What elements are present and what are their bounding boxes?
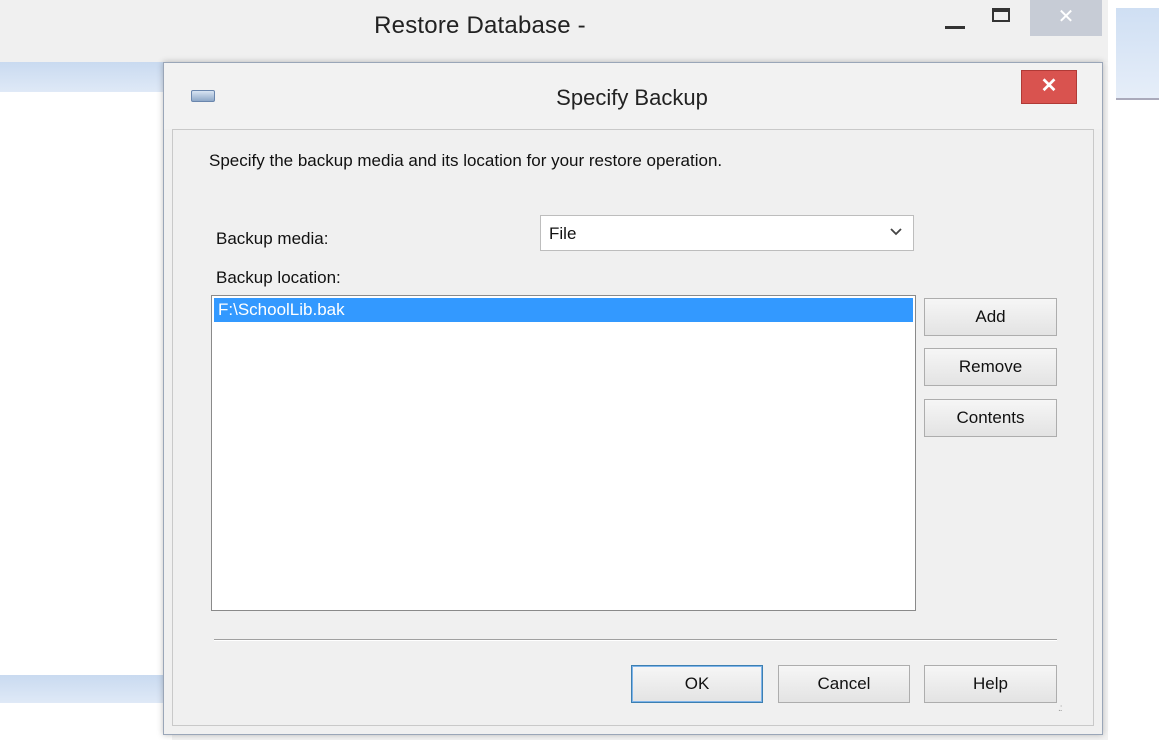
restore-database-titlebar: Restore Database - ✕ — [0, 0, 1108, 62]
add-button[interactable]: Add — [924, 298, 1057, 336]
restore-database-title: Restore Database - — [374, 12, 586, 39]
app-icon — [191, 90, 215, 102]
maximize-icon[interactable] — [982, 0, 1022, 32]
backup-media-label: Backup media: — [216, 229, 329, 248]
separator — [214, 639, 1057, 641]
list-item[interactable]: F:\SchoolLib.bak — [214, 298, 913, 322]
left-panel-footer — [0, 675, 172, 703]
resize-grip-icon[interactable]: .: — [1058, 703, 1062, 714]
right-ruler — [1116, 8, 1159, 98]
cancel-button[interactable]: Cancel — [778, 665, 910, 703]
dialog-title: Specify Backup — [556, 85, 708, 110]
minimize-icon[interactable] — [935, 0, 975, 32]
backup-media-select[interactable]: File — [540, 215, 914, 251]
left-panel — [0, 62, 172, 740]
dialog-titlebar: Specify Backup ✕ — [164, 63, 1102, 129]
close-icon[interactable]: ✕ — [1030, 0, 1102, 36]
backup-media-value: File — [549, 224, 577, 243]
specify-backup-dialog: Specify Backup ✕ Specify the backup medi… — [163, 62, 1103, 735]
backup-location-list[interactable]: F:\SchoolLib.bak — [211, 295, 916, 611]
remove-button[interactable]: Remove — [924, 348, 1057, 386]
right-background — [1108, 0, 1159, 740]
close-button[interactable]: ✕ — [1021, 70, 1077, 104]
left-panel-header — [0, 62, 172, 92]
contents-button[interactable]: Contents — [924, 399, 1057, 437]
backup-location-label: Backup location: — [216, 268, 341, 287]
divider — [1116, 98, 1159, 100]
description-text: Specify the backup media and its locatio… — [209, 151, 723, 170]
chevron-down-icon[interactable] — [889, 224, 903, 241]
ok-button[interactable]: OK — [631, 665, 763, 703]
help-button[interactable]: Help — [924, 665, 1057, 703]
